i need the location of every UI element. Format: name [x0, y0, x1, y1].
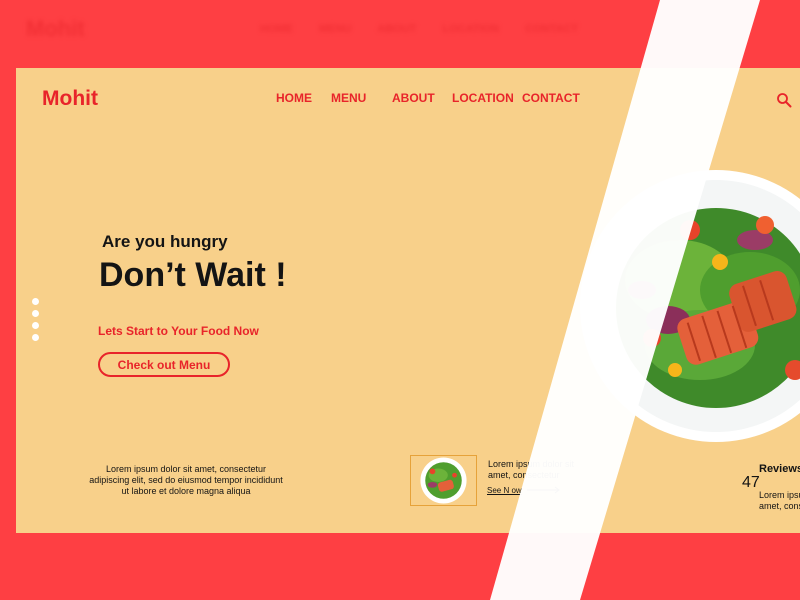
see-now-link[interactable]: See N ow — [487, 486, 522, 495]
ghost-nav-location: LOCATION — [442, 23, 500, 35]
slider-dot-4[interactable] — [32, 334, 39, 341]
slider-dot-2[interactable] — [32, 310, 39, 317]
nav-menu[interactable]: MENU — [331, 91, 366, 105]
ghost-nav-home: HOME — [260, 23, 293, 35]
ghost-nav-contact: CONTACT — [525, 23, 579, 35]
check-out-menu-button[interactable]: Check out Menu — [98, 352, 230, 377]
landing-panel: Mohit HOME MENU ABOUT LOCATION CONTACT A… — [16, 68, 800, 533]
brand-logo[interactable]: Mohit — [42, 87, 98, 111]
ghost-nav-about: ABOUT — [377, 23, 417, 35]
reviews-count: 47 — [742, 474, 760, 491]
slider-dot-1[interactable] — [32, 298, 39, 305]
card-description: Lorem ipsum dolor sit amet, consectetur — [488, 459, 575, 480]
nav-home[interactable]: HOME — [276, 91, 312, 105]
reviews-text: Lorem ipsum amet, consec — [759, 490, 800, 512]
search-icon[interactable] — [776, 92, 792, 108]
blurred-background-nav: Mohit HOME MENU ABOUT LOCATION CONTACT — [0, 0, 800, 60]
slider-dot-3[interactable] — [32, 322, 39, 329]
ghost-logo: Mohit — [26, 16, 85, 41]
nav-contact[interactable]: CONTACT — [522, 91, 580, 105]
ghost-nav-links: HOME MENU ABOUT LOCATION CONTACT — [260, 23, 578, 35]
hero-eyebrow: Are you hungry — [102, 232, 228, 251]
hero-headline: Don’t Wait ! — [99, 256, 287, 294]
ghost-nav-menu: MENU — [319, 23, 352, 35]
reviews-text-line-1: Lorem ipsum — [759, 490, 800, 500]
salad-plate-image — [580, 170, 800, 442]
hero-tagline: Lets Start to Your Food Now — [98, 324, 259, 338]
salad-thumbnail-image[interactable] — [410, 455, 477, 506]
reviews-text-line-2: amet, consec — [759, 501, 800, 511]
slider-dots — [32, 298, 39, 346]
intro-description: Lorem ipsum dolor sit amet, consectetur … — [89, 464, 283, 496]
arrow-right-icon[interactable] — [527, 486, 561, 494]
nav-about[interactable]: ABOUT — [392, 91, 435, 105]
reviews-title: Reviews — [759, 463, 800, 475]
nav-location[interactable]: LOCATION — [452, 91, 514, 105]
